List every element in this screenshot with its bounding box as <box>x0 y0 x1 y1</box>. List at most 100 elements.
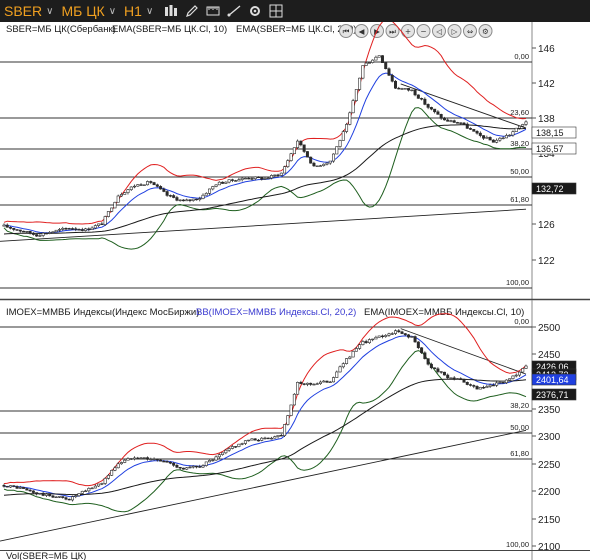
candle-body <box>423 98 427 105</box>
zoom-in-icon-glyph: + <box>405 27 411 36</box>
candle-body <box>266 437 270 440</box>
y-tick-label: 122 <box>538 256 555 267</box>
candle-body <box>469 128 473 130</box>
candle-body <box>139 184 143 186</box>
candle-body <box>433 108 437 113</box>
candle-body <box>38 492 42 495</box>
settings-icon-glyph: ⚙ <box>482 27 489 36</box>
candle-body <box>472 385 476 387</box>
candle-body <box>328 160 332 164</box>
candle-body <box>354 348 358 352</box>
candle-body <box>178 199 182 202</box>
candle-body <box>393 330 397 334</box>
candle-body <box>439 114 443 119</box>
candle-body <box>400 88 404 90</box>
candle-body <box>149 458 153 461</box>
candle-body <box>270 175 274 179</box>
candle-body <box>351 100 355 114</box>
bars-chart-icon[interactable] <box>164 4 178 18</box>
candle-body <box>61 496 65 498</box>
candle-body <box>397 87 401 90</box>
board-select[interactable]: МБ ЦК ∨ <box>57 3 120 19</box>
candle-body <box>482 387 486 389</box>
candle-body <box>449 377 453 379</box>
candle-body <box>260 437 264 441</box>
y-tick-label: 2300 <box>538 432 561 443</box>
candle-body <box>266 177 270 180</box>
candle-body <box>123 459 127 463</box>
candle-body <box>429 107 433 110</box>
candle-body <box>9 227 13 229</box>
price-tag: 138,15 <box>536 128 564 138</box>
candle-body <box>67 228 71 230</box>
candle-body <box>2 224 6 227</box>
candle-body <box>279 172 283 176</box>
prev-icon-glyph: ◀ <box>359 27 365 36</box>
gear-icon[interactable] <box>248 4 262 18</box>
y-tick-label: 138 <box>538 114 555 125</box>
pencil-icon[interactable] <box>185 4 199 18</box>
candle-body <box>361 65 365 79</box>
candle-body <box>472 129 476 132</box>
candle-body <box>217 181 221 186</box>
candle-body <box>325 162 329 165</box>
candle-body <box>495 139 499 143</box>
candle-body <box>9 485 13 488</box>
fib-label: 50,00 <box>510 423 529 432</box>
price-panel[interactable] <box>0 22 532 300</box>
candle-body <box>204 461 208 466</box>
candle-body <box>139 457 143 459</box>
candle-body <box>377 335 381 338</box>
candle-body <box>442 118 446 121</box>
candle-body <box>221 452 225 455</box>
timeframe-select[interactable]: H1 ∨ <box>120 3 157 19</box>
candle-body <box>504 135 508 139</box>
zoom-out-icon-glyph: − <box>420 27 426 36</box>
candle-body <box>524 365 528 369</box>
chart-toolbar: SBER ∨ МБ ЦК ∨ H1 ∨ <box>0 0 590 22</box>
candle-body <box>279 434 283 437</box>
candle-body <box>103 216 107 225</box>
scroll-left-icon-glyph: ◁ <box>436 27 442 36</box>
candle-body <box>22 230 26 233</box>
candle-body <box>44 493 48 496</box>
candle-body <box>234 446 238 448</box>
candle-body <box>133 185 137 188</box>
candle-body <box>162 460 166 463</box>
candle-body <box>292 147 296 155</box>
candle-body <box>390 333 394 335</box>
chart-area[interactable]: SBER=МБ ЦК(Сбербанк) EMA(SBER=МБ ЦК.Cl, 1… <box>0 22 590 560</box>
candle-body <box>175 197 179 201</box>
ruler-icon[interactable] <box>206 4 220 18</box>
chevron-down-icon: ∨ <box>145 5 154 17</box>
candle-body <box>224 449 228 454</box>
fib-label: 61,80 <box>510 195 529 204</box>
candle-body <box>446 374 450 379</box>
chart-canvas[interactable]: SBER=МБ ЦК(Сбербанк)EMA(SBER=МБ ЦК.Cl, 1… <box>0 22 590 560</box>
candle-body <box>322 380 326 383</box>
candle-body <box>289 153 293 161</box>
candle-body <box>390 74 394 82</box>
candle-body <box>106 211 110 217</box>
candle-body <box>211 186 215 190</box>
candle-body <box>126 458 130 461</box>
candle-body <box>142 184 146 186</box>
candle-body <box>407 334 411 338</box>
candle-body <box>57 229 61 231</box>
symbol-select[interactable]: SBER ∨ <box>0 3 57 19</box>
candle-body <box>133 457 137 460</box>
candle-body <box>41 492 45 496</box>
candle-body <box>181 467 185 470</box>
price-panel-legend: SBER=МБ ЦК(Сбербанк)EMA(SBER=МБ ЦК.Cl, 1… <box>6 24 356 35</box>
crosshair-icon[interactable] <box>269 4 283 18</box>
candle-body <box>90 227 94 230</box>
candle-body <box>508 134 512 137</box>
legend-item: BB(IMOEX=ММВБ Индексы.Cl, 20,2) <box>196 307 356 318</box>
candle-body <box>413 89 417 96</box>
candle-body <box>332 377 336 383</box>
candle-body <box>230 446 234 449</box>
trendline-icon[interactable] <box>227 4 241 18</box>
candle-body <box>224 181 228 184</box>
first-icon-glyph: ⏮ <box>343 27 350 36</box>
candle-body <box>129 458 133 460</box>
